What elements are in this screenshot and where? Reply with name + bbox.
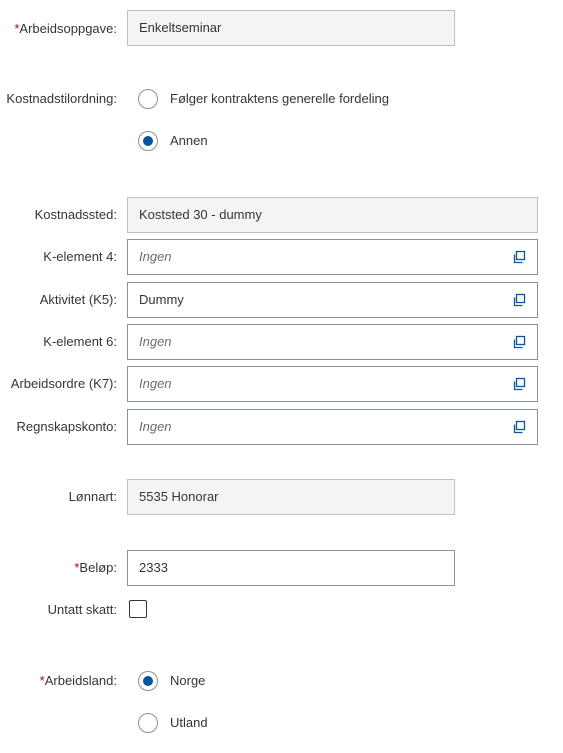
k-element-6-placeholder: Ingen: [139, 334, 172, 349]
k-element-4-placeholder: Ingen: [139, 249, 172, 264]
radio-annen-label[interactable]: Annen: [170, 133, 208, 149]
k-element-4-input[interactable]: Ingen: [127, 239, 538, 275]
radio-folger-kontrakt-label[interactable]: Følger kontraktens generelle fordeling: [170, 91, 389, 107]
untatt-skatt-checkbox[interactable]: [129, 600, 147, 618]
kostnadssted-label: Kostnadssted:: [34, 207, 117, 222]
regnskapskonto-placeholder: Ingen: [139, 419, 172, 434]
arbeidsoppgave-field[interactable]: Enkeltseminar: [127, 10, 455, 46]
kostnadssted-field[interactable]: Koststed 30 - dummy: [127, 197, 538, 233]
radio-norge-label[interactable]: Norge: [170, 673, 205, 689]
aktivitet-value: Dummy: [139, 292, 184, 307]
value-help-icon[interactable]: [511, 249, 527, 265]
value-help-icon[interactable]: [511, 292, 527, 308]
arbeidsordre-label: Arbeidsordre (K7):: [10, 376, 117, 391]
kostnadssted-value: Koststed 30 - dummy: [139, 207, 262, 222]
arbeidsordre-placeholder: Ingen: [139, 376, 172, 391]
radio-norge[interactable]: [138, 671, 158, 691]
lonnart-value: 5535 Honorar: [139, 489, 219, 504]
belop-label: *Beløp:: [74, 560, 117, 575]
lonnart-field[interactable]: 5535 Honorar: [127, 479, 455, 515]
radio-utland[interactable]: [138, 713, 158, 733]
regnskapskonto-input[interactable]: Ingen: [127, 409, 538, 445]
k-element-6-label: K-element 6:: [43, 334, 117, 349]
value-help-icon[interactable]: [511, 334, 527, 350]
radio-utland-label[interactable]: Utland: [170, 715, 208, 731]
k-element-6-input[interactable]: Ingen: [127, 324, 538, 360]
aktivitet-label: Aktivitet (K5):: [39, 292, 117, 307]
arbeidsland-label: *Arbeidsland:: [39, 673, 117, 688]
belop-input[interactable]: 2333: [127, 550, 455, 586]
radio-annen[interactable]: [138, 131, 158, 151]
regnskapskonto-label: Regnskapskonto:: [16, 419, 117, 434]
untatt-skatt-label: Untatt skatt:: [47, 602, 117, 617]
k-element-4-label: K-element 4:: [43, 249, 117, 264]
lonnart-label: Lønnart:: [68, 489, 117, 504]
belop-value: 2333: [139, 560, 168, 575]
arbeidsoppgave-value: Enkeltseminar: [139, 20, 222, 35]
radio-folger-kontrakt[interactable]: [138, 89, 158, 109]
value-help-icon[interactable]: [511, 376, 527, 392]
kostnadstilordning-label: Kostnadstilordning:: [6, 91, 117, 106]
arbeidsoppgave-label: *Arbeidsoppgave:: [14, 21, 117, 36]
arbeidsordre-input[interactable]: Ingen: [127, 366, 538, 402]
aktivitet-input[interactable]: Dummy: [127, 282, 538, 318]
value-help-icon[interactable]: [511, 419, 527, 435]
